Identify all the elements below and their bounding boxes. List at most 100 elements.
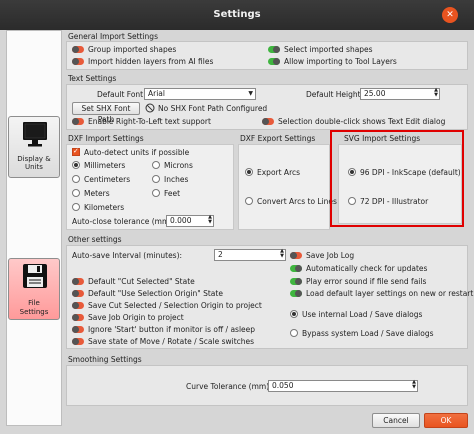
radio-icon: [245, 197, 253, 205]
radio-icon: [72, 175, 80, 183]
ok-button[interactable]: OK: [424, 413, 468, 428]
group-imported-shapes-label: Group imported shapes: [88, 45, 177, 54]
default-cut-selected-label: Default "Cut Selected" State: [88, 277, 195, 286]
convert-arcs-label: Convert Arcs to Lines: [257, 197, 337, 206]
toggle-on-icon: [290, 289, 302, 297]
window-title: Settings: [213, 9, 261, 20]
toggle-off-icon: [72, 57, 84, 65]
default-font-value: Arial: [148, 89, 165, 98]
curve-tolerance-label: Curve Tolerance (mm): [186, 382, 270, 391]
auto-detect-label: Auto-detect units if possible: [84, 148, 190, 157]
save-cut-selected-toggle[interactable]: Save Cut Selected / Selection Origin to …: [72, 301, 262, 311]
default-font-combo[interactable]: Arial ▼: [144, 88, 256, 100]
toggle-off-icon: [72, 337, 84, 345]
radio-icon: [72, 203, 80, 211]
microns-radio[interactable]: Microns: [152, 161, 193, 171]
general-import-title: General Import Settings: [68, 32, 158, 41]
centimeters-label: Centimeters: [84, 175, 131, 184]
default-cut-selected-toggle[interactable]: Default "Cut Selected" State: [72, 277, 195, 287]
highlight-box: [330, 130, 464, 227]
inches-label: Inches: [164, 175, 189, 184]
default-height-spinbox[interactable]: 25.00 ▲ ▼: [360, 88, 440, 100]
selection-double-click-label: Selection double-click shows Text Edit d…: [278, 117, 446, 126]
floppy-disk-icon: [23, 264, 47, 288]
load-default-layer-toggle[interactable]: Load default layer settings on new or re…: [290, 289, 473, 299]
save-job-origin-toggle[interactable]: Save Job Origin to project: [72, 313, 184, 323]
save-state-move-label: Save state of Move / Rotate / Scale swit…: [88, 337, 255, 346]
spin-arrows-icon: ▲ ▼: [412, 379, 416, 390]
auto-close-tolerance-spinbox[interactable]: 0.000 ▲ ▼: [166, 215, 214, 227]
allow-import-tool-layers-toggle[interactable]: Allow importing to Tool Layers: [268, 57, 397, 67]
toggle-off-icon: [290, 251, 302, 259]
millimeters-label: Millimeters: [84, 161, 126, 170]
save-cut-selected-label: Save Cut Selected / Selection Origin to …: [88, 301, 262, 310]
save-job-log-label: Save Job Log: [306, 251, 355, 260]
ignore-start-toggle[interactable]: Ignore 'Start' button if monitor is off …: [72, 325, 255, 335]
centimeters-radio[interactable]: Centimeters: [72, 175, 130, 185]
radio-icon: [152, 161, 160, 169]
file-settings-button[interactable]: File Settings: [8, 258, 60, 320]
display-label-1: Display &: [17, 155, 51, 163]
toggle-off-icon: [72, 289, 84, 297]
auto-detect-units-checkbox[interactable]: Auto-detect units if possible: [72, 147, 190, 158]
allow-import-tool-layers-label: Allow importing to Tool Layers: [284, 57, 397, 66]
use-internal-load-label: Use internal Load / Save dialogs: [302, 310, 423, 319]
curve-tolerance-spinbox[interactable]: 0.050 ▲ ▼: [268, 380, 418, 392]
default-use-selection-origin-toggle[interactable]: Default "Use Selection Origin" State: [72, 289, 223, 299]
radio-icon: [72, 189, 80, 197]
group-imported-shapes-toggle[interactable]: Group imported shapes: [72, 45, 176, 55]
kilometers-radio[interactable]: Kilometers: [72, 203, 124, 213]
bypass-system-load-label: Bypass system Load / Save dialogs: [302, 329, 434, 338]
autosave-interval-spinbox[interactable]: 2 ▲ ▼: [214, 249, 286, 261]
chevron-down-icon: ▼: [248, 90, 253, 97]
toggle-off-icon: [72, 313, 84, 321]
toggle-on-icon: [290, 264, 302, 272]
import-hidden-layers-toggle[interactable]: Import hidden layers from AI files: [72, 57, 213, 67]
auto-check-updates-toggle[interactable]: Automatically check for updates: [290, 264, 427, 274]
curve-tolerance-value: 0.050: [272, 381, 294, 390]
enable-rtl-toggle[interactable]: Enable Right-To-Left text support: [72, 117, 211, 127]
radio-checked-icon: [245, 168, 253, 176]
select-imported-shapes-toggle[interactable]: Select imported shapes: [268, 45, 373, 55]
auto-close-tolerance-value: 0.000: [170, 216, 192, 225]
close-icon[interactable]: ✕: [442, 7, 458, 23]
default-use-selection-origin-label: Default "Use Selection Origin" State: [88, 289, 223, 298]
bypass-system-load-radio[interactable]: Bypass system Load / Save dialogs: [290, 329, 434, 339]
feet-radio[interactable]: Feet: [152, 189, 180, 199]
auto-close-tolerance-label: Auto-close tolerance (mm): [72, 217, 173, 226]
import-hidden-layers-label: Import hidden layers from AI files: [88, 57, 214, 66]
save-state-move-toggle[interactable]: Save state of Move / Rotate / Scale swit…: [72, 337, 254, 347]
spin-arrows-icon: ▲ ▼: [434, 87, 438, 98]
autosave-interval-label: Auto-save Interval (minutes):: [72, 251, 183, 260]
enable-rtl-label: Enable Right-To-Left text support: [88, 117, 211, 126]
toggle-on-icon: [268, 57, 280, 65]
radio-icon: [152, 175, 160, 183]
selection-double-click-toggle[interactable]: Selection double-click shows Text Edit d…: [262, 117, 445, 127]
convert-arcs-radio[interactable]: Convert Arcs to Lines: [245, 197, 337, 207]
use-internal-load-radio[interactable]: Use internal Load / Save dialogs: [290, 310, 422, 320]
export-arcs-label: Export Arcs: [257, 168, 301, 177]
play-error-sound-toggle[interactable]: Play error sound if file send fails: [290, 277, 426, 287]
load-default-layer-label: Load default layer settings on new or re…: [306, 289, 474, 298]
ignore-start-label: Ignore 'Start' button if monitor is off …: [88, 325, 256, 334]
save-job-log-toggle[interactable]: Save Job Log: [290, 251, 354, 261]
sidebar: [6, 30, 62, 426]
smoothing-settings-title: Smoothing Settings: [68, 355, 142, 364]
select-imported-shapes-label: Select imported shapes: [284, 45, 373, 54]
cancel-button[interactable]: Cancel: [372, 413, 420, 428]
prohibited-icon: [145, 103, 155, 113]
default-height-label: Default Height: [306, 90, 361, 99]
microns-label: Microns: [164, 161, 193, 170]
meters-radio[interactable]: Meters: [72, 189, 110, 199]
export-arcs-radio[interactable]: Export Arcs: [245, 168, 300, 178]
set-shx-font-path-button[interactable]: Set SHX Font Path: [72, 102, 140, 124]
toggle-off-icon: [72, 117, 84, 125]
toggle-on-icon: [268, 45, 280, 53]
toggle-off-icon: [72, 45, 84, 53]
autosave-interval-value: 2: [218, 250, 223, 259]
file-label-2: Settings: [19, 308, 49, 316]
display-units-button[interactable]: Display & Units: [8, 116, 60, 178]
auto-check-updates-label: Automatically check for updates: [306, 264, 428, 273]
millimeters-radio[interactable]: Millimeters: [72, 161, 125, 171]
inches-radio[interactable]: Inches: [152, 175, 188, 185]
